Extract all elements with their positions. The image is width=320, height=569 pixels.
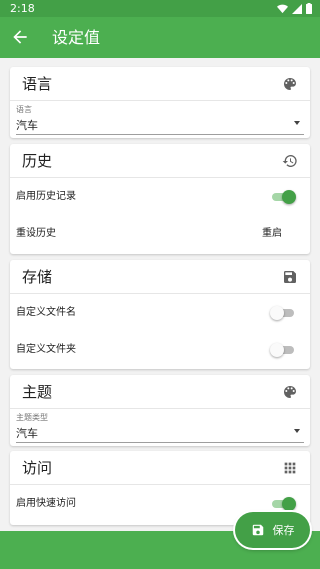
- save-fab-button[interactable]: 保存: [235, 512, 310, 548]
- enable-history-row[interactable]: 启用历史记录: [10, 178, 310, 215]
- wifi-icon: [277, 4, 288, 13]
- reset-history-button[interactable]: 重启: [262, 215, 282, 252]
- custom-filename-row[interactable]: 自定义文件名: [10, 294, 310, 331]
- app-bar: 设定值: [0, 17, 320, 58]
- history-header: 历史: [10, 144, 310, 178]
- system-icons: [277, 3, 312, 14]
- signal-icon: [292, 3, 302, 14]
- quick-access-label: 启用快速访问: [16, 498, 76, 509]
- status-bar: 2:18: [0, 0, 320, 17]
- quick-access-toggle[interactable]: [270, 497, 296, 511]
- theme-select-value: 汽车: [16, 427, 38, 440]
- dropdown-arrow-icon: [294, 121, 300, 125]
- language-select[interactable]: 语言 汽车: [10, 101, 310, 137]
- enable-history-toggle[interactable]: [270, 190, 296, 204]
- enable-history-label: 启用历史记录: [16, 191, 76, 202]
- custom-folder-toggle[interactable]: [270, 343, 296, 357]
- history-icon: [282, 155, 297, 167]
- save-fab-label: 保存: [272, 524, 295, 537]
- storage-header: 存储: [10, 260, 310, 294]
- save-icon: [252, 524, 263, 536]
- palette-icon: [284, 386, 296, 398]
- storage-title: 存储: [22, 268, 53, 286]
- access-header: 访问: [10, 451, 310, 485]
- theme-select[interactable]: 主题类型 汽车: [10, 409, 310, 445]
- save-icon: [284, 271, 296, 283]
- custom-folder-label: 自定义文件夹: [16, 344, 76, 355]
- battery-icon: [306, 3, 312, 14]
- custom-filename-label: 自定义文件名: [16, 307, 76, 318]
- reset-history-row: 重设历史 重启: [10, 215, 310, 252]
- history-card: 历史 启用历史记录 重设历史 重启: [10, 144, 310, 254]
- page-title: 设定值: [52, 28, 101, 47]
- back-arrow-icon[interactable]: [10, 27, 30, 47]
- language-card: 语言 语言 汽车: [10, 67, 310, 138]
- storage-card: 存储 自定义文件名 自定义文件夹: [10, 260, 310, 369]
- select-underline: [16, 134, 304, 135]
- apps-grid-icon: [284, 462, 296, 474]
- language-select-label: 语言: [16, 105, 32, 114]
- access-title: 访问: [22, 459, 53, 477]
- theme-title: 主题: [22, 383, 53, 401]
- theme-header: 主题: [10, 375, 310, 409]
- custom-folder-row[interactable]: 自定义文件夹: [10, 331, 310, 368]
- language-title: 语言: [22, 75, 53, 93]
- reset-history-label: 重设历史: [16, 228, 56, 239]
- language-header: 语言: [10, 67, 310, 101]
- history-title: 历史: [22, 152, 53, 170]
- theme-select-label: 主题类型: [16, 413, 48, 422]
- select-underline: [16, 442, 304, 443]
- theme-card: 主题 主题类型 汽车: [10, 375, 310, 446]
- status-time: 2:18: [10, 2, 35, 15]
- palette-icon: [284, 78, 296, 90]
- language-select-value: 汽车: [16, 119, 38, 132]
- custom-filename-toggle[interactable]: [270, 306, 296, 320]
- dropdown-arrow-icon: [294, 429, 300, 433]
